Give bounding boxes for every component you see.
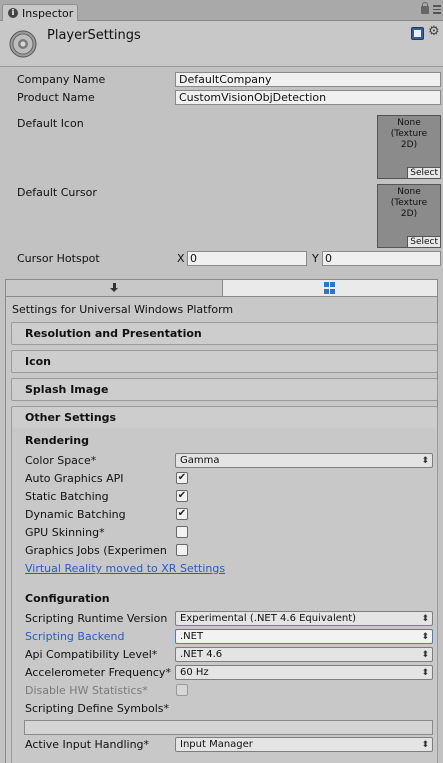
disable-hw-stats-label: Disable HW Statistics* (25, 684, 148, 697)
foldout-icon[interactable]: Icon (11, 350, 438, 373)
tab-standalone[interactable] (5, 279, 223, 297)
default-icon-select-button[interactable]: Select (407, 167, 440, 178)
foldout-splash[interactable]: Splash Image (11, 378, 438, 401)
graphics-jobs-checkbox[interactable] (176, 544, 188, 556)
scripting-backend-dropdown[interactable]: .NET ⬍ (175, 629, 433, 644)
auto-graphics-checkbox[interactable]: ✔ (176, 472, 188, 484)
default-cursor-select-button[interactable]: Select (407, 236, 440, 247)
gpu-skinning-label: GPU Skinning* (25, 526, 105, 539)
dropdown-arrow-icon: ⬍ (421, 632, 429, 642)
inspector-tab-label: Inspector (22, 6, 74, 20)
static-batching-label: Static Batching (25, 490, 109, 503)
foldout-resolution[interactable]: Resolution and Presentation (11, 322, 438, 345)
api-compat-dropdown[interactable]: .NET 4.6 ⬍ (175, 647, 433, 662)
dropdown-arrow-icon: ⬍ (421, 668, 429, 678)
dynamic-batching-checkbox[interactable]: ✔ (176, 508, 188, 520)
vr-settings-link[interactable]: Virtual Reality moved to XR Settings (25, 562, 225, 575)
default-cursor-label: Default Cursor (17, 186, 97, 199)
settings-for-label: Settings for Universal Windows Platform (12, 303, 234, 316)
tab-uwp[interactable] (223, 279, 438, 297)
define-symbols-label: Scripting Define Symbols* (25, 702, 170, 715)
default-icon-label: Default Icon (17, 117, 84, 130)
static-batching-checkbox[interactable]: ✔ (176, 490, 188, 502)
menu-icon[interactable] (433, 5, 441, 14)
accelerometer-dropdown[interactable]: 60 Hz ⬍ (175, 665, 433, 680)
company-name-field[interactable]: DefaultCompany (175, 72, 441, 87)
page-title: PlayerSettings (47, 28, 141, 43)
accelerometer-label: Accelerometer Frequency* (25, 666, 171, 679)
product-name-label: Product Name (17, 91, 95, 104)
rendering-heading: Rendering (25, 434, 89, 447)
player-settings-gear-icon (9, 30, 37, 58)
inspector-tab[interactable]: i Inspector (2, 4, 78, 21)
default-icon-placeholder: None (Texture 2D) (390, 118, 428, 150)
runtime-version-dropdown[interactable]: Experimental (.NET 4.6 Equivalent) ⬍ (175, 611, 433, 626)
dropdown-arrow-icon: ⬍ (421, 456, 429, 466)
hotspot-y-label: Y (312, 252, 319, 265)
info-icon: i (8, 8, 18, 18)
hotspot-x-field[interactable]: 0 (187, 251, 307, 266)
help-book-icon[interactable] (411, 27, 424, 40)
color-space-dropdown[interactable]: Gamma ⬍ (175, 453, 433, 468)
default-icon-slot[interactable]: None (Texture 2D) Select (377, 115, 441, 179)
dropdown-arrow-icon: ⬍ (421, 614, 429, 624)
define-symbols-field[interactable] (24, 720, 433, 735)
settings-gear-icon[interactable]: ⚙ (428, 24, 440, 39)
default-cursor-slot[interactable]: None (Texture 2D) Select (377, 184, 441, 248)
graphics-jobs-label: Graphics Jobs (Experimen (25, 544, 167, 557)
tab-bar: i Inspector (0, 0, 443, 21)
platform-tabs (5, 279, 438, 297)
inspector-header: PlayerSettings ⚙ (0, 21, 443, 67)
default-cursor-placeholder: None (Texture 2D) (390, 187, 428, 219)
company-name-label: Company Name (17, 73, 106, 86)
cursor-hotspot-label: Cursor Hotspot (17, 252, 100, 265)
input-handling-label: Active Input Handling* (25, 738, 150, 751)
input-handling-dropdown[interactable]: Input Manager ⬍ (175, 737, 433, 752)
color-space-label: Color Space* (25, 454, 97, 467)
foldout-other-settings[interactable]: Other Settings (11, 406, 438, 429)
api-compat-label: Api Compatibility Level* (25, 648, 158, 661)
product-name-field[interactable]: CustomVisionObjDetection (175, 90, 441, 105)
scripting-backend-label: Scripting Backend (25, 630, 125, 643)
windows-icon (324, 282, 336, 294)
download-icon (109, 283, 119, 293)
gpu-skinning-checkbox[interactable] (176, 526, 188, 538)
configuration-heading: Configuration (25, 592, 110, 605)
runtime-version-label: Scripting Runtime Version (25, 612, 168, 625)
lock-icon[interactable] (421, 2, 429, 14)
auto-graphics-label: Auto Graphics API (25, 472, 124, 485)
hotspot-y-field[interactable]: 0 (322, 251, 441, 266)
dropdown-arrow-icon: ⬍ (421, 650, 429, 660)
disable-hw-stats-checkbox (176, 684, 188, 696)
dynamic-batching-label: Dynamic Batching (25, 508, 126, 521)
hotspot-x-label: X (177, 252, 185, 265)
dropdown-arrow-icon: ⬍ (421, 740, 429, 750)
